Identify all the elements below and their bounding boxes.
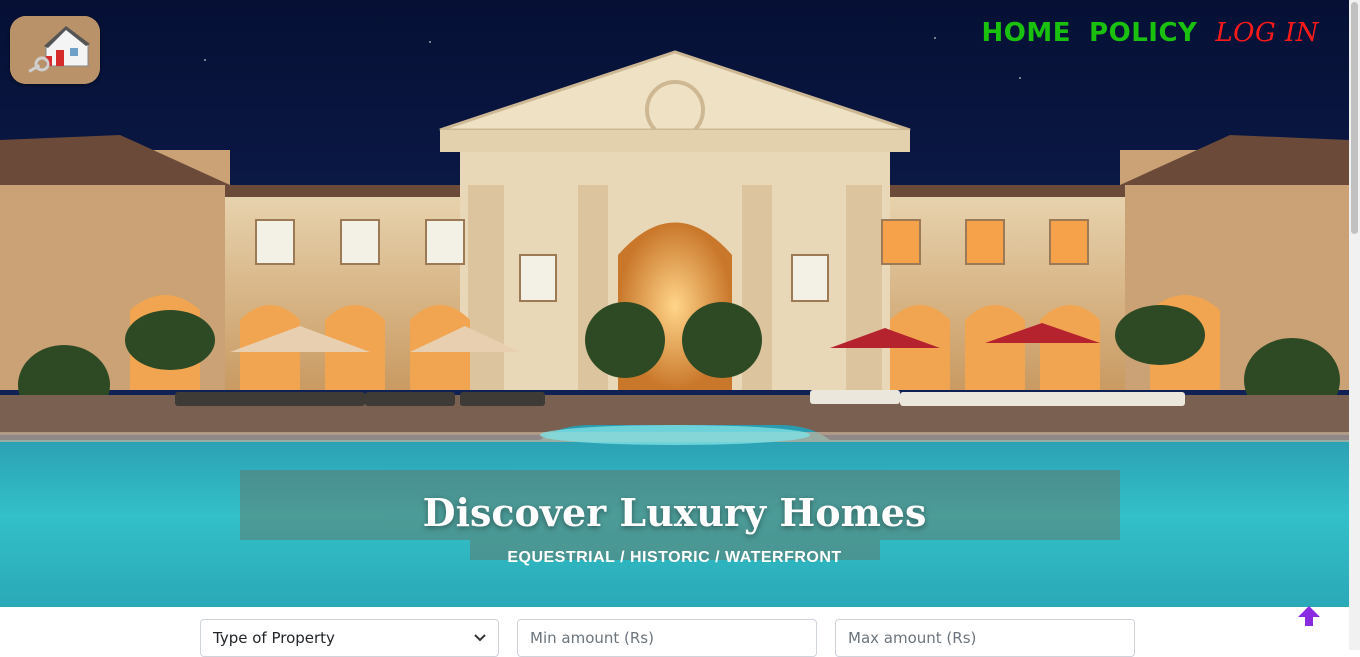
chevron-down-icon <box>474 634 486 642</box>
house-key-icon <box>10 16 100 84</box>
property-type-select[interactable]: Type of Property <box>200 619 499 657</box>
arrow-up-icon <box>1298 606 1320 626</box>
property-type-value: Type of Property <box>213 629 335 647</box>
min-amount-placeholder: Min amount (Rs) <box>530 629 654 647</box>
max-amount-placeholder: Max amount (Rs) <box>848 629 977 647</box>
min-amount-input[interactable]: Min amount (Rs) <box>517 619 817 657</box>
hero-subtitle: EQUESTRIAL / HISTORIC / WATERFRONT <box>507 549 842 566</box>
max-amount-input[interactable]: Max amount (Rs) <box>835 619 1135 657</box>
hero-banner: HOME POLICY LOG IN Discover Luxury Homes… <box>0 0 1349 607</box>
scroll-to-top-button[interactable] <box>1296 604 1322 628</box>
nav-login-link[interactable]: LOG IN <box>1215 18 1319 48</box>
page-scrollbar[interactable] <box>1349 0 1360 650</box>
main-nav: HOME POLICY LOG IN <box>982 18 1319 48</box>
nav-home-link[interactable]: HOME <box>982 18 1072 48</box>
hero-title: Discover Luxury Homes <box>422 490 927 535</box>
property-search-form: Type of Property Min amount (Rs) Max amo… <box>200 619 1135 657</box>
scrollbar-thumb[interactable] <box>1351 2 1358 234</box>
nav-policy-link[interactable]: POLICY <box>1089 18 1197 48</box>
site-logo[interactable] <box>10 16 100 84</box>
